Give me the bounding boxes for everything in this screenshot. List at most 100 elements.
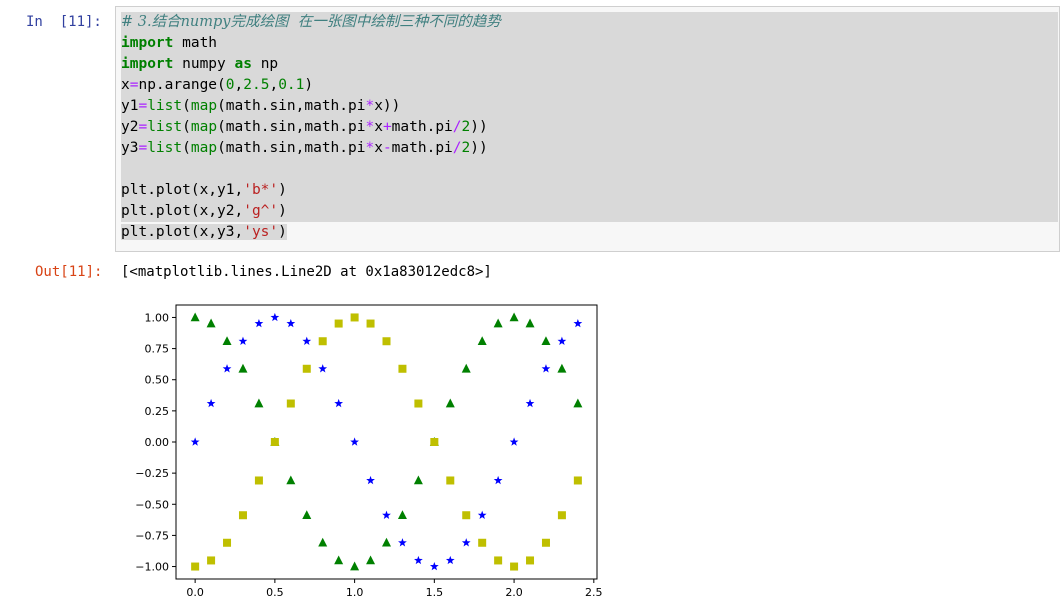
square-marker: [557, 511, 566, 520]
y-tick-label: −0.50: [135, 498, 169, 511]
builtin: map: [190, 140, 218, 156]
operator: -: [382, 140, 392, 156]
code-line: plt.plot(x,y2,'g^'): [121, 201, 1058, 222]
output-text: [<matplotlib.lines.Line2D at 0x1a83012ed…: [121, 264, 492, 280]
number: 0: [225, 77, 235, 93]
code-text: ,: [269, 77, 279, 93]
square-marker: [478, 538, 487, 547]
square-marker: [414, 399, 423, 408]
code-text: (math.sin,math.pi: [217, 119, 366, 135]
code-line: y1=list(map(math.sin,math.pi*x)): [121, 96, 1058, 117]
y-axis: 1.00 0.75 0.50 0.25 0.00 −0.25 −0.50 −0.75 −1.00: [135, 311, 176, 574]
code-text: (math.sin,math.pi: [217, 98, 366, 114]
square-marker: [430, 438, 439, 446]
square-marker: [350, 313, 359, 322]
square-marker: [573, 476, 582, 485]
code-text: ): [278, 203, 287, 219]
x-tick-label: 1.5: [426, 586, 444, 599]
builtin: list: [147, 98, 183, 114]
square-marker: [446, 476, 455, 485]
x-tick-label: 2.5: [585, 586, 603, 599]
plot-output: 1.00 0.75 0.50 0.25 0.00 −0.25 −0.50 −0.75 −1.00…: [120, 296, 610, 608]
code-text: (: [182, 119, 191, 135]
code-line: y2=list(map(math.sin,math.pi*x+math.pi/2…: [121, 117, 1058, 138]
code-line: y3=list(map(math.sin,math.pi*x-math.pi/2…: [121, 138, 1058, 159]
code-text: y2: [121, 119, 139, 135]
operator: *: [365, 140, 375, 156]
code-text: ): [278, 182, 287, 198]
y-tick-label: 1.00: [145, 311, 170, 324]
square-marker: [223, 538, 232, 547]
x-tick-label: 0.0: [186, 586, 204, 599]
operator: *: [365, 119, 375, 135]
builtin: map: [190, 98, 218, 114]
code-text: math.pi: [391, 119, 453, 135]
square-marker: [382, 337, 391, 346]
y-tick-label: −1.00: [135, 561, 169, 574]
code-text: plt.plot(x,y3,: [121, 224, 244, 240]
square-marker: [286, 399, 295, 408]
input-prompt: In [11]:: [26, 14, 102, 30]
code-text: math: [173, 35, 218, 51]
x-tick-label: 0.5: [266, 586, 284, 599]
code-text: )): [470, 119, 488, 135]
keyword: as: [234, 56, 252, 72]
square-marker: [207, 556, 216, 565]
keyword: import: [121, 35, 174, 51]
string-literal: 'ys': [243, 224, 279, 240]
square-marker: [510, 562, 519, 571]
x-tick-label: 1.0: [346, 586, 364, 599]
code-line: import numpy as np: [121, 54, 1058, 75]
code-text: np: [251, 56, 279, 72]
string-literal: 'g^': [243, 203, 279, 219]
square-marker: [302, 364, 311, 373]
y-tick-label: 0.75: [145, 343, 170, 356]
code-line: import math: [121, 33, 1058, 54]
code-text: ,: [234, 77, 244, 93]
string-literal: 'b*': [243, 182, 279, 198]
operator: =: [138, 140, 148, 156]
operator: /: [452, 119, 462, 135]
code-line: x=np.arange(0,2.5,0.1): [121, 75, 1058, 96]
builtin: list: [147, 119, 183, 135]
code-text: math.pi: [391, 140, 453, 156]
square-marker: [254, 476, 263, 485]
y-tick-label: 0.50: [145, 374, 170, 387]
y-tick-label: −0.25: [135, 467, 169, 480]
code-text: (math.sin,math.pi: [217, 140, 366, 156]
code-text: numpy: [173, 56, 235, 72]
scatter-chart: 1.00 0.75 0.50 0.25 0.00 −0.25 −0.50 −0.75 −1.00…: [135, 304, 603, 599]
builtin: map: [190, 119, 218, 135]
number: 2: [461, 140, 471, 156]
number: 0.1: [278, 77, 305, 93]
code-text: y3: [121, 140, 139, 156]
code-line-blank: [121, 159, 1058, 180]
code-area[interactable]: # 3.结合numpy完成绘图 在一张图中绘制三种不同的趋势 import ma…: [121, 12, 1058, 243]
code-text: ): [278, 224, 287, 240]
square-marker: [191, 562, 200, 571]
square-marker: [366, 319, 375, 328]
code-text: x: [374, 140, 383, 156]
code-cell-editor[interactable]: # 3.结合numpy完成绘图 在一张图中绘制三种不同的趋势 import ma…: [115, 6, 1060, 252]
code-line: plt.plot(x,y1,'b*'): [121, 180, 1058, 201]
x-axis: 0.0 0.5 1.0 1.5 2.0 2.5: [186, 579, 603, 599]
y-tick-label: −0.75: [135, 529, 169, 542]
builtin: list: [147, 140, 183, 156]
code-text: )): [470, 140, 488, 156]
square-marker: [238, 511, 247, 520]
code-text: np.arange(: [138, 77, 226, 93]
code-text: x: [121, 77, 130, 93]
y-tick-label: 0.25: [145, 405, 170, 418]
code-text: y1: [121, 98, 139, 114]
keyword: import: [121, 56, 174, 72]
code-text: x)): [374, 98, 401, 114]
square-marker: [398, 364, 407, 373]
square-marker: [270, 438, 279, 446]
x-tick-label: 2.0: [505, 586, 523, 599]
number: 2.5: [243, 77, 270, 93]
square-marker: [318, 337, 327, 346]
operator: =: [138, 98, 148, 114]
code-text: plt.plot(x,y1,: [121, 182, 244, 198]
code-text: x: [374, 119, 383, 135]
code-comment: # 3.结合numpy完成绘图 在一张图中绘制三种不同的趋势: [121, 14, 501, 30]
